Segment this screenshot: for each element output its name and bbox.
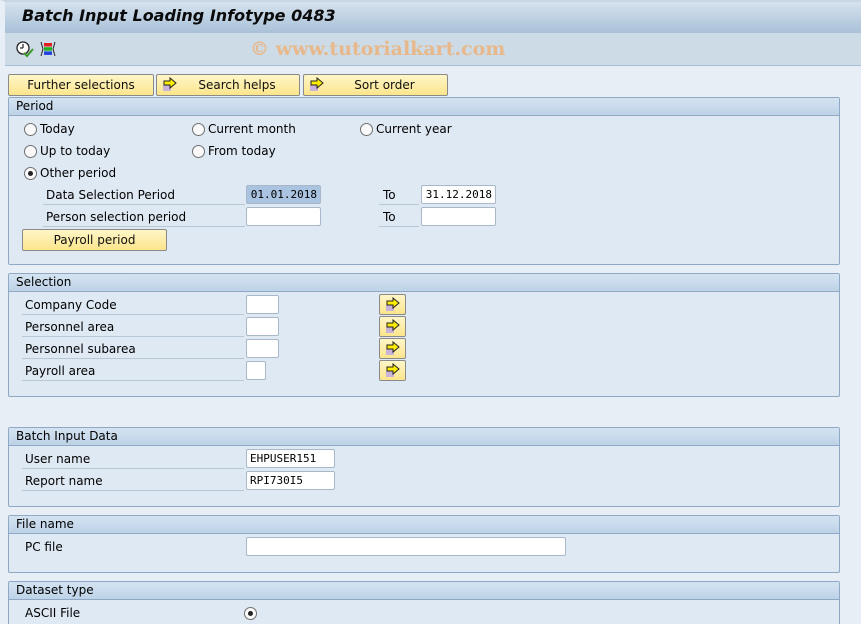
company-code-input[interactable] (246, 295, 279, 314)
report-name-label: Report name (22, 471, 244, 491)
arrow-right-icon (386, 341, 400, 355)
sort-order-button[interactable]: Sort order (303, 74, 448, 96)
company-code-label: Company Code (22, 295, 244, 315)
personnel-area-label: Personnel area (22, 317, 244, 337)
further-selections-label: Further selections (27, 78, 135, 92)
page-title: Batch Input Loading Infotype 0483 (22, 6, 336, 25)
payroll-area-multiple-selection-button[interactable] (379, 360, 406, 381)
further-selections-button[interactable]: Further selections (8, 74, 154, 96)
radio-label: Current year (376, 122, 452, 136)
radio-button[interactable] (360, 122, 373, 136)
arrow-right-icon (310, 77, 324, 91)
period-header: Period (9, 98, 839, 116)
execute-clock-icon[interactable] (16, 40, 34, 58)
radio-button[interactable] (192, 144, 205, 158)
radio-label: Up to today (40, 144, 111, 158)
personnel-subarea-multiple-selection-button[interactable] (379, 338, 406, 359)
radio-current-month[interactable]: Current month (192, 122, 296, 136)
to-label: To (379, 207, 419, 227)
radio-button[interactable] (24, 166, 37, 180)
payroll-area-input[interactable] (246, 361, 266, 380)
application-toolbar: © www.tutorialkart.com (5, 33, 861, 66)
user-name-input[interactable]: EHPUSER151 (246, 449, 335, 468)
personnel-area-multiple-selection-button[interactable] (379, 316, 406, 337)
payroll-period-label: Payroll period (53, 233, 136, 247)
radio-label: Other period (40, 166, 117, 180)
user-name-label: User name (22, 449, 244, 469)
arrow-right-icon (386, 319, 400, 333)
radio-label: Current month (208, 122, 296, 136)
radio-up-to-today[interactable]: Up to today (24, 144, 110, 158)
ascii-file-label: ASCII File (25, 606, 81, 620)
search-helps-label: Search helps (198, 78, 276, 92)
person-selection-from-input[interactable] (246, 207, 321, 226)
radio-button[interactable] (24, 122, 37, 136)
radio-button[interactable] (192, 122, 205, 136)
arrow-right-icon (386, 363, 400, 377)
payroll-period-button[interactable]: Payroll period (22, 229, 167, 251)
report-name-input[interactable]: RPI730I5 (246, 471, 335, 490)
arrow-right-icon (386, 297, 400, 311)
watermark: © www.tutorialkart.com (250, 38, 506, 60)
file-name-header: File name (9, 516, 839, 534)
selection-header: Selection (9, 274, 839, 292)
radio-today[interactable]: Today (24, 122, 75, 136)
radio-other-period[interactable]: Other period (24, 166, 116, 180)
company-code-multiple-selection-button[interactable] (379, 294, 406, 315)
sort-order-label: Sort order (354, 78, 415, 92)
ascii-file-radio[interactable] (244, 607, 257, 620)
radio-from-today[interactable]: From today (192, 144, 276, 158)
person-selection-period-label: Person selection period (43, 207, 245, 227)
radio-label: Today (40, 122, 75, 136)
arrow-right-icon (163, 77, 177, 91)
selection-options-icon[interactable] (39, 40, 57, 58)
data-selection-period-label: Data Selection Period (43, 185, 245, 205)
radio-label: From today (208, 144, 276, 158)
dataset-type-group: Dataset type (8, 581, 840, 624)
personnel-area-input[interactable] (246, 317, 279, 336)
to-label: To (379, 185, 419, 205)
personnel-subarea-input[interactable] (246, 339, 279, 358)
pc-file-label: PC file (25, 540, 63, 554)
search-helps-button[interactable]: Search helps (156, 74, 300, 96)
dataset-type-header: Dataset type (9, 582, 839, 600)
pc-file-input[interactable] (246, 537, 566, 556)
payroll-area-label: Payroll area (22, 361, 244, 381)
radio-current-year[interactable]: Current year (360, 122, 452, 136)
data-selection-to-input[interactable]: 31.12.2018 (421, 185, 496, 204)
data-selection-from-input[interactable]: 01.01.2018 (246, 185, 321, 204)
batch-input-data-header: Batch Input Data (9, 428, 839, 446)
title-bar: Batch Input Loading Infotype 0483 (0, 0, 861, 33)
person-selection-to-input[interactable] (421, 207, 496, 226)
personnel-subarea-label: Personnel subarea (22, 339, 244, 359)
radio-button[interactable] (24, 144, 37, 158)
